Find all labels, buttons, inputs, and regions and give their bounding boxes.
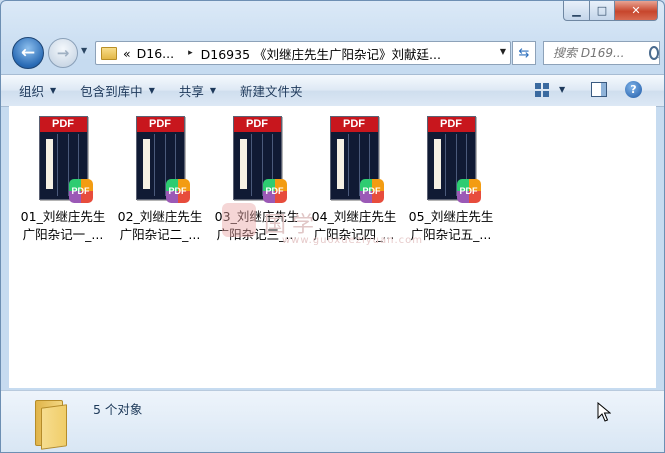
- change-view-icon[interactable]: [535, 83, 549, 97]
- chevron-down-icon: ▼: [209, 86, 217, 95]
- back-button[interactable]: ←: [12, 37, 44, 69]
- pdf-book-thumbnail-icon: PDF PDF: [426, 116, 481, 203]
- file-item[interactable]: PDF PDF 01_刘继庄先生 广阳杂记一_...: [15, 116, 111, 244]
- new-folder-button[interactable]: 新建文件夹: [240, 81, 303, 100]
- file-name: 01_刘继庄先生 广阳杂记一_...: [20, 209, 106, 242]
- command-bar: 组织 ▼ 包含到库中 ▼ 共享 ▼ 新建文件夹 ▼ ?: [1, 74, 664, 107]
- pdf-book-thumbnail-icon: PDF PDF: [135, 116, 190, 203]
- address-overflow-chevron[interactable]: «: [123, 46, 131, 61]
- minimize-button[interactable]: ▁: [563, 1, 590, 21]
- pdf-app-icon: PDF: [68, 179, 93, 203]
- pdf-badge: PDF: [233, 117, 281, 132]
- new-folder-label: 新建文件夹: [240, 84, 303, 99]
- forward-button[interactable]: →: [48, 38, 78, 68]
- maximize-button[interactable]: □: [590, 1, 615, 21]
- address-dropdown-icon[interactable]: ▼: [500, 47, 506, 56]
- navigation-bar: ← → ▼ « D16... ▸ D16935 《刘继庄先生广阳杂记》刘献廷..…: [1, 35, 664, 69]
- pdf-app-icon: PDF: [359, 179, 384, 203]
- help-icon[interactable]: ?: [625, 81, 642, 98]
- recent-pages-dropdown[interactable]: ▼: [81, 46, 87, 55]
- object-count: 5 个对象: [93, 402, 143, 417]
- pdf-badge: PDF: [330, 117, 378, 132]
- file-item[interactable]: PDF PDF 02_刘继庄先生 广阳杂记二_...: [112, 116, 208, 244]
- close-button[interactable]: ✕: [615, 1, 658, 21]
- file-item[interactable]: PDF PDF 05_刘继庄先生 广阳杂记五_...: [403, 116, 499, 244]
- address-bar[interactable]: « D16... ▸ D16935 《刘继庄先生广阳杂记》刘献廷... ▼: [95, 41, 511, 65]
- file-list-pane[interactable]: PDF PDF 01_刘继庄先生 广阳杂记一_... PDF PDF 02_刘继庄…: [9, 106, 656, 388]
- chevron-down-icon: ▼: [148, 86, 155, 95]
- chevron-down-icon: ▼: [50, 86, 57, 95]
- address-separator-icon[interactable]: ▸: [188, 48, 193, 58]
- file-name: 04_刘继庄先生 广阳杂记四_...: [311, 209, 397, 242]
- pdf-badge: PDF: [427, 117, 475, 132]
- pdf-book-thumbnail-icon: PDF PDF: [232, 116, 287, 203]
- organize-label: 组织: [19, 84, 45, 99]
- pdf-badge: PDF: [136, 117, 184, 132]
- pdf-app-icon: PDF: [165, 179, 190, 203]
- file-name: 05_刘继庄先生 广阳杂记五_...: [408, 209, 494, 242]
- explorer-window: ▁ □ ✕ ← → ▼ « D16... ▸ D16935 《刘继庄先生广阳杂记…: [0, 0, 665, 453]
- mouse-cursor-icon: [597, 402, 611, 422]
- search-input[interactable]: [551, 45, 647, 61]
- pdf-app-icon: PDF: [262, 179, 287, 203]
- address-segment-current[interactable]: D16935 《刘继庄先生广阳杂记》刘献廷...: [201, 44, 441, 63]
- pdf-app-icon: PDF: [456, 179, 481, 203]
- folder-icon: [35, 396, 67, 450]
- preview-pane-icon[interactable]: [591, 82, 607, 97]
- caption-buttons: ▁ □ ✕: [563, 1, 658, 21]
- view-options-dropdown[interactable]: ▼: [559, 85, 565, 94]
- pdf-book-thumbnail-icon: PDF PDF: [329, 116, 384, 203]
- address-segment-parent[interactable]: D16...: [137, 46, 174, 61]
- include-in-library-label: 包含到库中: [80, 84, 143, 99]
- include-in-library-menu[interactable]: 包含到库中 ▼: [80, 81, 155, 100]
- share-label: 共享: [178, 84, 204, 99]
- search-box[interactable]: [543, 41, 660, 65]
- file-item[interactable]: PDF PDF 03_刘继庄先生 广阳杂记三_...: [209, 116, 305, 244]
- pdf-badge: PDF: [39, 117, 87, 132]
- pdf-book-thumbnail-icon: PDF PDF: [38, 116, 93, 203]
- share-menu[interactable]: 共享 ▼: [179, 81, 216, 100]
- file-name: 03_刘继庄先生 广阳杂记三_...: [214, 209, 300, 242]
- search-icon[interactable]: [649, 46, 659, 60]
- refresh-button[interactable]: ⇆: [512, 41, 536, 65]
- file-name: 02_刘继庄先生 广阳杂记二_...: [117, 209, 203, 242]
- file-item[interactable]: PDF PDF 04_刘继庄先生 广阳杂记四_...: [306, 116, 402, 244]
- organize-menu[interactable]: 组织 ▼: [19, 81, 56, 100]
- folder-icon: [101, 46, 117, 60]
- details-pane: 5 个对象: [1, 390, 664, 452]
